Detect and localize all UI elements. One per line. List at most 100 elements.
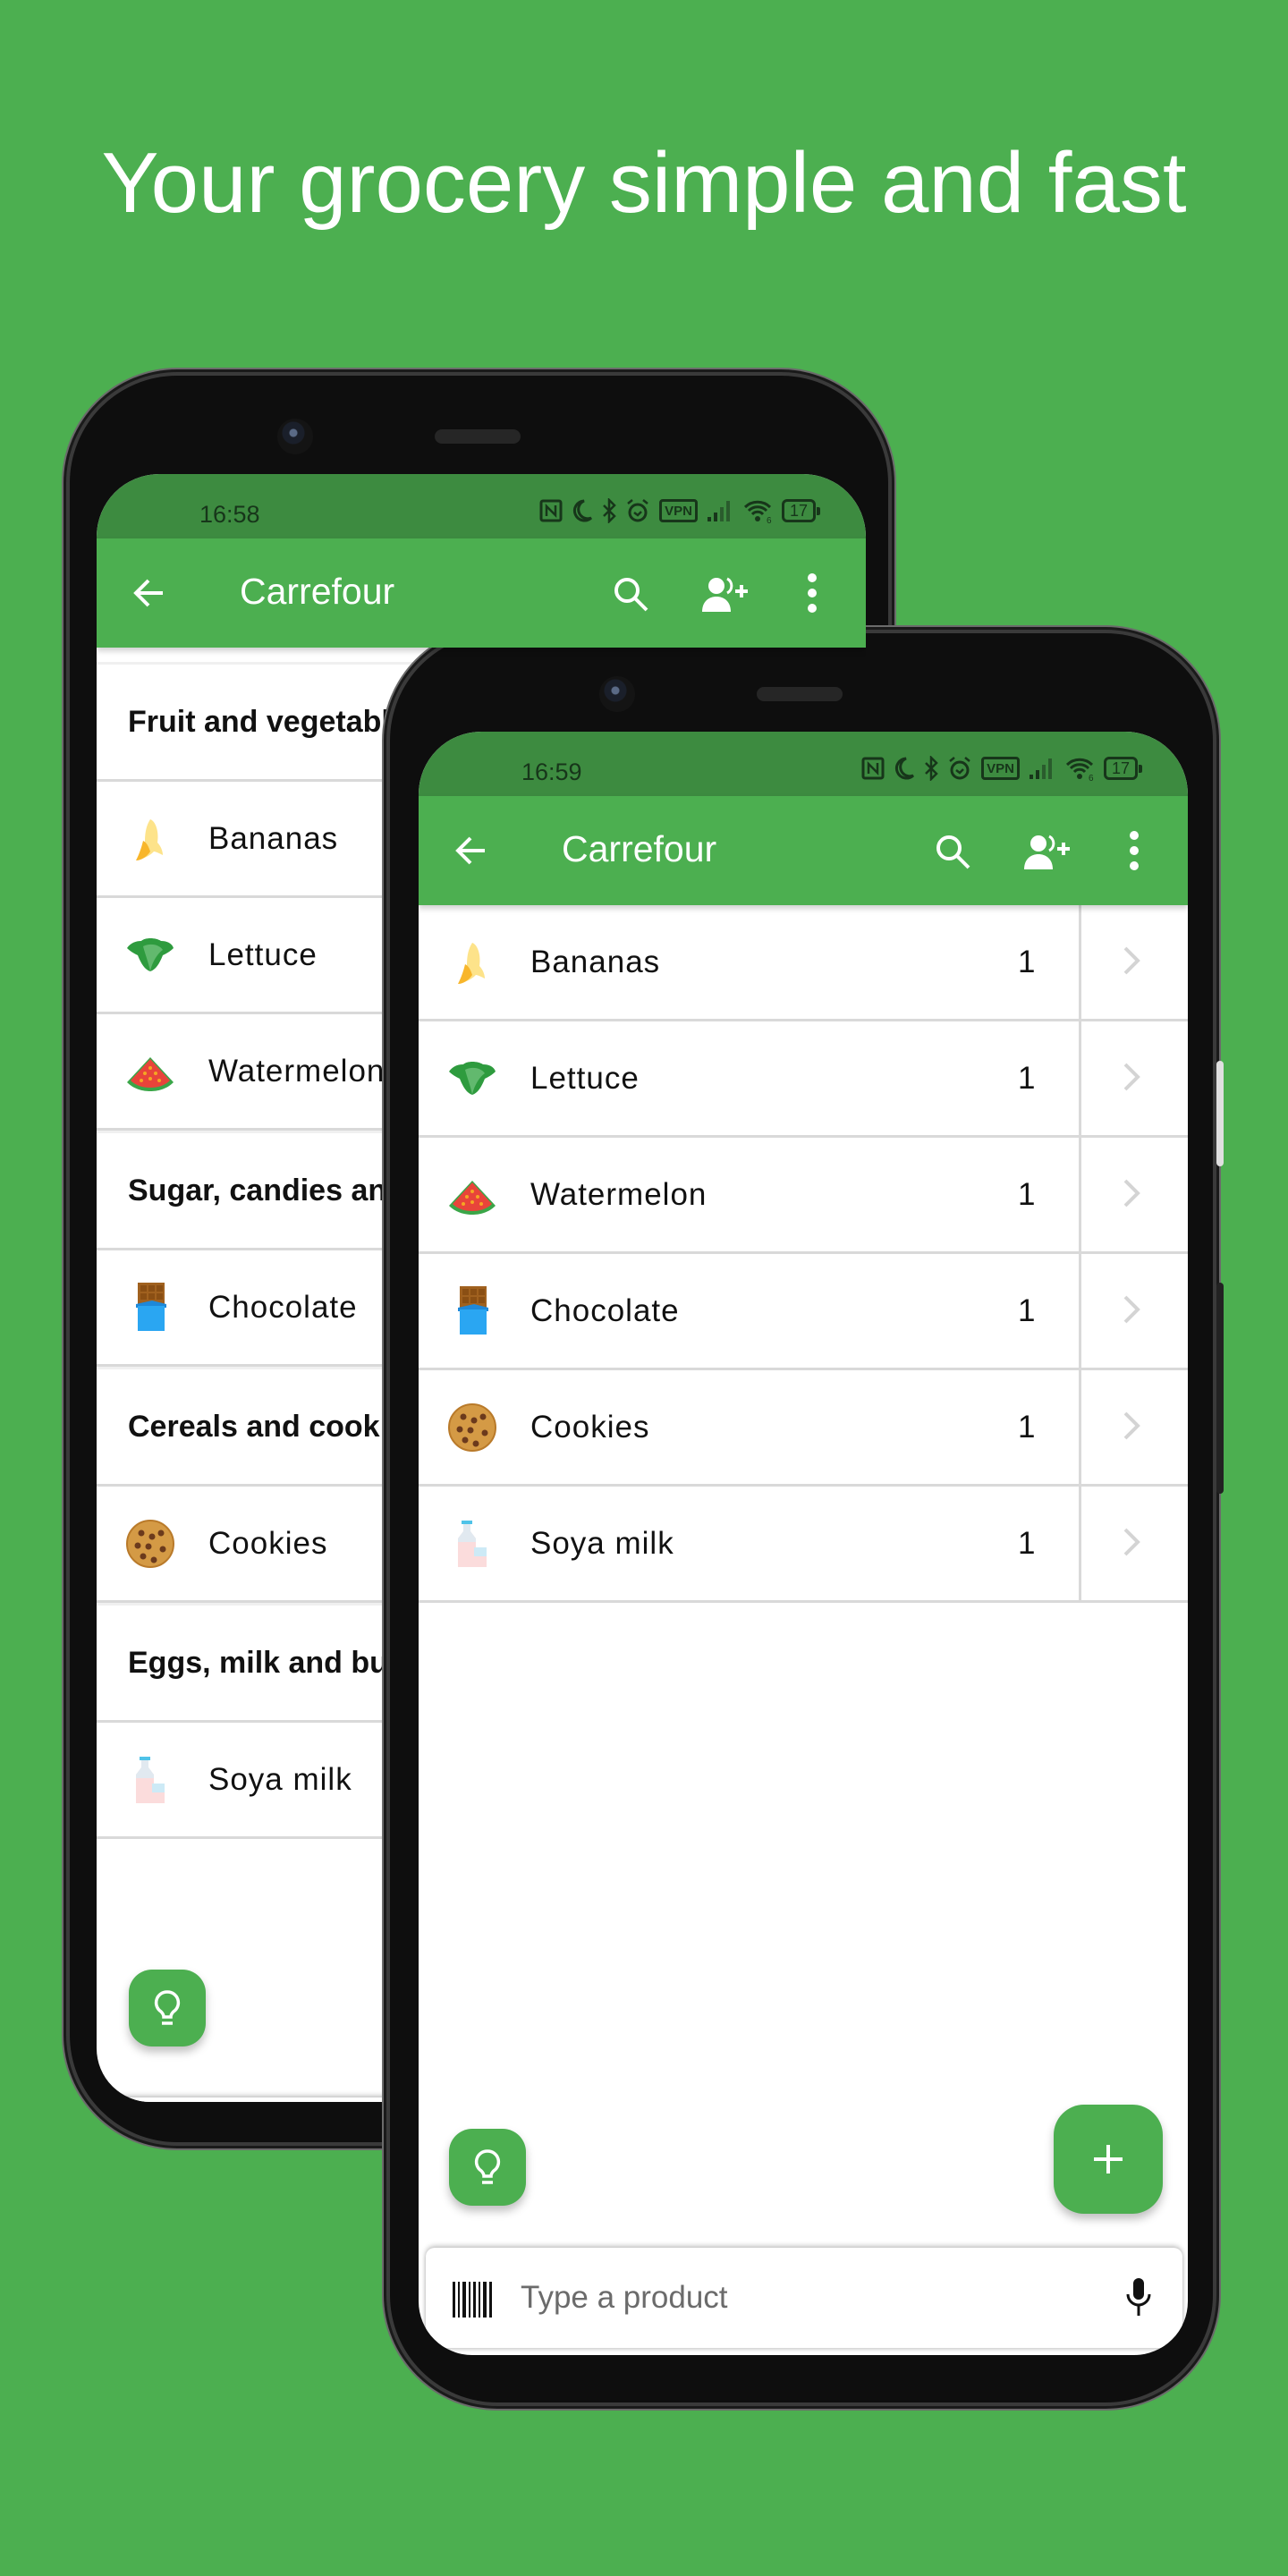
- lightbulb-icon: [474, 2149, 501, 2184]
- wifi-icon: 6: [1064, 756, 1095, 781]
- add-user-icon[interactable]: [1022, 832, 1072, 871]
- page-title: Carrefour: [240, 571, 395, 612]
- earpiece-speaker: [757, 687, 843, 701]
- nfc-icon: [539, 498, 563, 523]
- app-bar: Carrefour: [97, 538, 866, 648]
- chevron-right-icon[interactable]: [1121, 1061, 1142, 1093]
- battery-icon: 17: [1103, 757, 1143, 780]
- signal-icon: [707, 498, 733, 523]
- add-user-icon[interactable]: [700, 574, 750, 614]
- item-name: Soya milk: [530, 1525, 674, 1561]
- cookie-icon: [448, 1402, 496, 1452]
- product-input[interactable]: Type a product: [521, 2280, 728, 2316]
- item-quantity[interactable]: 1: [1018, 945, 1035, 980]
- status-time: 16:59: [521, 758, 582, 785]
- barcode-icon[interactable]: [453, 2282, 492, 2318]
- category-name: Fruit and vegetables: [128, 704, 424, 739]
- suggestions-button[interactable]: [449, 2129, 526, 2206]
- app-bar: Carrefour: [419, 796, 1188, 905]
- banana-icon: [136, 818, 163, 860]
- list-item[interactable]: Cookies 1: [419, 1370, 1188, 1487]
- search-icon[interactable]: [611, 574, 650, 614]
- item-name: Chocolate: [208, 1289, 358, 1325]
- milk-icon: [458, 1520, 487, 1567]
- wifi-6-label: 6: [1089, 774, 1094, 781]
- nfc-icon: [861, 756, 885, 781]
- add-product-button[interactable]: [1054, 2105, 1163, 2214]
- moon-icon: [894, 756, 915, 781]
- moon-icon: [572, 498, 593, 523]
- item-quantity[interactable]: 1: [1018, 1293, 1035, 1329]
- list-item[interactable]: Lettuce 1: [419, 1021, 1188, 1138]
- wifi-icon: 6: [742, 498, 773, 523]
- milk-icon: [136, 1756, 165, 1803]
- item-name: Watermelon: [530, 1176, 708, 1212]
- item-name: Bananas: [530, 944, 661, 979]
- item-name: Watermelon: [208, 1053, 386, 1089]
- vpn-icon: VPN: [659, 499, 698, 522]
- power-button: [1216, 1283, 1224, 1494]
- item-name: Soya milk: [208, 1761, 352, 1797]
- bluetooth-icon: [602, 498, 616, 523]
- suggestions-button[interactable]: [129, 1970, 206, 2046]
- column-divider: [1079, 1021, 1081, 1135]
- item-quantity[interactable]: 1: [1018, 1061, 1035, 1097]
- search-icon[interactable]: [933, 832, 972, 871]
- front-phone-screen: 16:59 VPN 6 17 Carrefour Bananas 1 Lettu…: [419, 732, 1188, 2355]
- item-name: Cookies: [530, 1409, 650, 1445]
- list-item[interactable]: Bananas 1: [419, 905, 1188, 1021]
- front-camera: [277, 419, 313, 454]
- item-name: Lettuce: [530, 1060, 640, 1096]
- item-quantity[interactable]: 1: [1018, 1410, 1035, 1445]
- status-time: 16:58: [199, 501, 260, 528]
- item-name: Cookies: [208, 1525, 328, 1561]
- volume-button: [1216, 1061, 1224, 1166]
- back-arrow-icon[interactable]: [131, 574, 168, 612]
- item-quantity[interactable]: 1: [1018, 1177, 1035, 1213]
- column-divider: [1079, 1254, 1081, 1368]
- chevron-right-icon[interactable]: [1121, 1177, 1142, 1209]
- category-name: Cereals and cookies: [128, 1409, 422, 1444]
- chevron-right-icon[interactable]: [1121, 1526, 1142, 1558]
- battery-icon: 17: [781, 499, 821, 522]
- product-input-bar[interactable]: Type a product: [426, 2248, 1182, 2348]
- alarm-icon: [947, 756, 972, 781]
- vpn-icon: VPN: [981, 757, 1020, 780]
- column-divider: [1079, 1138, 1081, 1251]
- earpiece-speaker: [435, 429, 521, 444]
- bluetooth-icon: [924, 756, 938, 781]
- back-arrow-icon[interactable]: [453, 832, 490, 869]
- chevron-right-icon[interactable]: [1121, 945, 1142, 977]
- status-bar: 16:59 VPN 6 17: [419, 732, 1188, 796]
- cookie-icon: [126, 1519, 174, 1568]
- microphone-icon[interactable]: [1125, 2276, 1152, 2318]
- banana-icon: [458, 942, 485, 984]
- item-name: Bananas: [208, 820, 339, 856]
- item-name: Chocolate: [530, 1292, 680, 1328]
- list-item[interactable]: Watermelon 1: [419, 1138, 1188, 1254]
- list-item[interactable]: Soya milk 1: [419, 1487, 1188, 1603]
- page-title: Carrefour: [562, 828, 717, 869]
- alarm-icon: [625, 498, 650, 523]
- front-phone-frame: 16:59 VPN 6 17 Carrefour Bananas 1 Lettu…: [390, 633, 1224, 2402]
- front-camera: [599, 676, 635, 712]
- chevron-right-icon[interactable]: [1121, 1410, 1142, 1442]
- column-divider: [1079, 1370, 1081, 1484]
- watermelon-icon: [127, 1056, 174, 1091]
- headline: Your grocery simple and fast: [101, 135, 1187, 231]
- plus-icon: [1094, 2145, 1123, 2174]
- chevron-right-icon[interactable]: [1121, 1293, 1142, 1326]
- status-bar: 16:58 VPN 6 17: [97, 474, 866, 538]
- chocolate-icon: [136, 1282, 166, 1331]
- list-item[interactable]: Chocolate 1: [419, 1254, 1188, 1370]
- shopping-list: Bananas 1 Lettuce 1 Watermelon 1 Chocola…: [419, 905, 1188, 1603]
- item-quantity[interactable]: 1: [1018, 1526, 1035, 1562]
- wifi-6-label: 6: [767, 516, 772, 523]
- item-name: Lettuce: [208, 936, 318, 972]
- column-divider: [1079, 905, 1081, 1019]
- lightbulb-icon: [154, 1990, 181, 2025]
- more-vert-icon[interactable]: [1125, 830, 1143, 871]
- lettuce-icon: [449, 1061, 496, 1095]
- more-vert-icon[interactable]: [803, 572, 821, 614]
- lettuce-icon: [127, 937, 174, 971]
